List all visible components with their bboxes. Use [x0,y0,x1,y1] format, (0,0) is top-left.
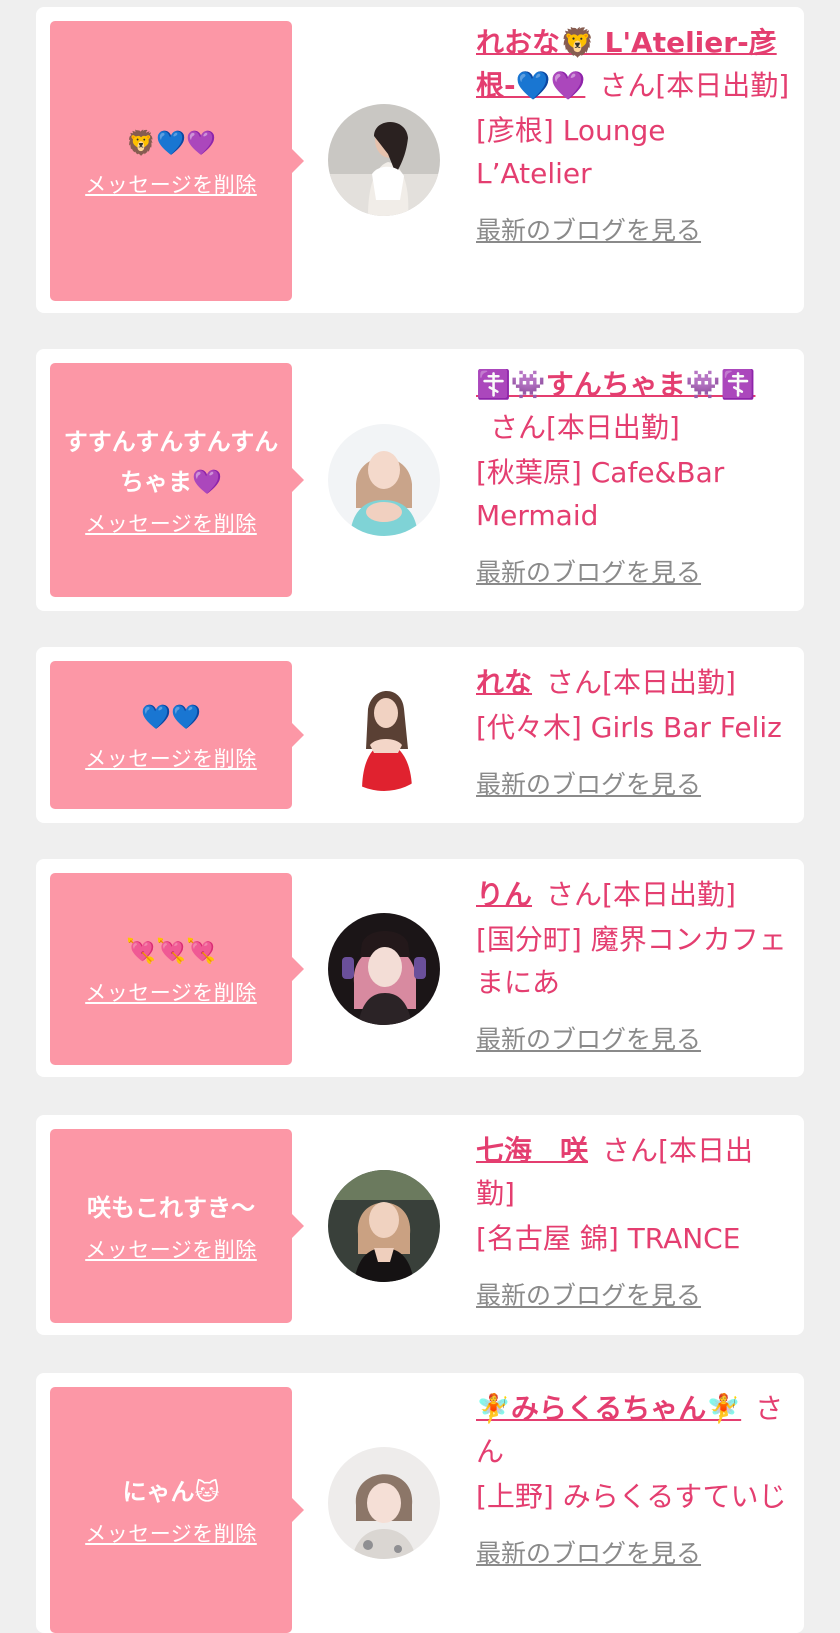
list-item: 🦁💙💜 メッセージを削除 れおな🦁 L'Atelier-彦根-💙💜 さん[本日出勤… [36,7,804,313]
shop-name: [秋葉原] Cafe&Bar Mermaid [476,456,725,532]
cast-info: れな さん[本日出勤] [代々木] Girls Bar Feliz 最新のブログを… [476,661,790,806]
delete-message-link[interactable]: メッセージを削除 [85,508,257,538]
cast-info: れおな🦁 L'Atelier-彦根-💙💜 さん[本日出勤] [彦根] Lounge… [476,21,790,252]
cast-info: りん さん[本日出勤] [国分町] 魔界コンカフェ まにあ 最新のブログを見る [476,873,790,1061]
portrait-photo-icon [328,913,440,1025]
shop-name: [彦根] Lounge L’Atelier [476,114,666,190]
latest-blog-link[interactable]: 最新のブログを見る [476,551,790,594]
list-item: にゃん🐱 メッセージを削除 🧚みらくるちゃん🧚 さん [上野] みらくるすていじ … [36,1373,804,1633]
message-bubble: にゃん🐱 メッセージを削除 [50,1387,304,1633]
cast-name-link[interactable]: ☦️👾すんちゃま👾☦️ [476,368,755,401]
message-text: 💘💘💘 [126,937,216,965]
avatar[interactable] [328,424,440,536]
cast-name-link[interactable]: りん [476,878,532,911]
honorific-status: さん[本日出勤] [546,878,736,911]
message-text: にゃん🐱 [122,1478,220,1506]
cast-info: 七海 咲さん[本日出勤] [名古屋 錦] TRANCE 最新のブログを見る [476,1129,790,1317]
honorific-status: さん[本日出勤] [546,666,736,699]
message-bubble: すすんすんすんすんちゃま💜 メッセージを削除 [50,363,304,597]
delete-message-link[interactable]: メッセージを削除 [85,1518,257,1548]
shop-name: [代々木] Girls Bar Feliz [476,711,782,744]
message-bubble: 咲もこれすき〜 メッセージを削除 [50,1129,304,1323]
message-bubble: 💙💙 メッセージを削除 [50,661,304,809]
latest-blog-link[interactable]: 最新のブログを見る [476,1274,790,1317]
cast-info: ☦️👾すんちゃま👾☦️ さん[本日出勤] [秋葉原] Cafe&Bar Merma… [476,363,790,594]
cast-name-link[interactable]: 🧚みらくるちゃん🧚 [476,1392,741,1425]
list-item: 💘💘💘 メッセージを削除 りん さん[本日出勤] [国分町] 魔界コンカフェ まに… [36,859,804,1077]
avatar[interactable] [328,104,440,216]
list-item: 💙💙 メッセージを削除 れな さん[本日出勤] [代々木] Girls Bar F… [36,647,804,823]
list-item: すすんすんすんすんちゃま💜 メッセージを削除 ☦️👾すんちゃま👾☦️ さん[本日出… [36,349,804,611]
list-item: 咲もこれすき〜 メッセージを削除 七海 咲さん[本日出勤] [名古屋 錦] TR… [36,1115,804,1335]
portrait-photo-icon [328,104,440,216]
cast-info: 🧚みらくるちゃん🧚 さん [上野] みらくるすていじ 最新のブログを見る [476,1387,790,1575]
portrait-photo-icon [328,424,440,536]
portrait-photo-icon [328,679,440,791]
latest-blog-link[interactable]: 最新のブログを見る [476,1532,790,1575]
shop-name: [上野] みらくるすていじ [476,1480,787,1513]
message-text: すすんすんすんすんちゃま💜 [63,428,279,496]
message-text: 💙💙 [141,703,201,731]
message-text: 咲もこれすき〜 [87,1194,255,1222]
message-bubble: 🦁💙💜 メッセージを削除 [50,21,304,301]
shop-name: [名古屋 錦] TRANCE [476,1222,741,1255]
avatar[interactable] [328,679,440,791]
delete-message-link[interactable]: メッセージを削除 [85,1234,257,1264]
portrait-photo-icon [328,1447,440,1559]
latest-blog-link[interactable]: 最新のブログを見る [476,209,790,252]
cast-name-link[interactable]: れな [476,666,532,699]
message-bubble: 💘💘💘 メッセージを削除 [50,873,304,1065]
honorific-status: さん[本日出勤] [490,411,680,444]
portrait-photo-icon [328,1170,440,1282]
latest-blog-link[interactable]: 最新のブログを見る [476,763,790,806]
shop-name: [国分町] 魔界コンカフェ まにあ [476,923,787,999]
message-text: 🦁💙💜 [126,129,216,157]
honorific-status: さん[本日出勤] [599,69,790,102]
avatar[interactable] [328,913,440,1025]
avatar[interactable] [328,1170,440,1282]
cast-name-link[interactable]: 七海 咲 [476,1134,588,1167]
delete-message-link[interactable]: メッセージを削除 [85,977,257,1007]
delete-message-link[interactable]: メッセージを削除 [85,743,257,773]
avatar[interactable] [328,1447,440,1559]
delete-message-link[interactable]: メッセージを削除 [85,169,257,199]
latest-blog-link[interactable]: 最新のブログを見る [476,1018,790,1061]
